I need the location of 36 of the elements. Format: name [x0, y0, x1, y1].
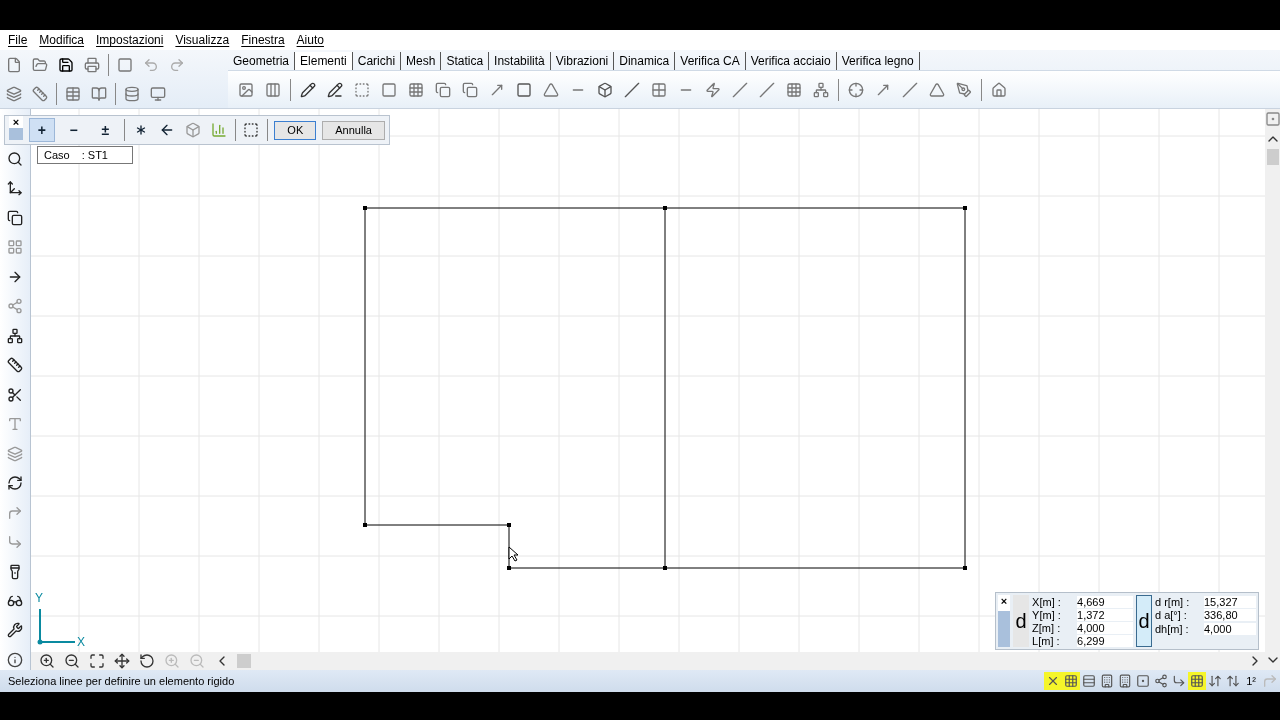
- delta-toggle[interactable]: d: [1136, 595, 1152, 647]
- menu-item[interactable]: File: [2, 33, 34, 47]
- coordinate-label: d a[°] :: [1155, 609, 1188, 622]
- coordinate-value[interactable]: 15,327: [1204, 595, 1256, 608]
- coordinate-value[interactable]: 1,372: [1077, 608, 1134, 621]
- coordinate-label: L[m] :: [1032, 634, 1061, 647]
- coordinate-value[interactable]: 4,000: [1204, 622, 1256, 635]
- coordinate-value[interactable]: 336,80: [1204, 609, 1256, 622]
- menu-item[interactable]: Visualizza: [169, 33, 236, 47]
- close-button[interactable]: ×: [998, 595, 1011, 647]
- cancel-button[interactable]: Annulla: [322, 120, 385, 140]
- x-axis-label: X: [77, 635, 85, 649]
- coordinate-value[interactable]: 4,669: [1077, 595, 1134, 608]
- coordinate-value[interactable]: 6,299: [1077, 634, 1134, 647]
- case-value: : ST1: [81, 149, 108, 161]
- menu-item[interactable]: Finestra: [235, 33, 291, 47]
- menu-item[interactable]: Impostazioni: [90, 33, 170, 47]
- case-label: Caso: [44, 149, 70, 161]
- menu-item[interactable]: Aiuto: [290, 33, 330, 47]
- coordinate-label: Y[m] :: [1032, 608, 1062, 621]
- y-axis-label: Y: [35, 591, 43, 605]
- status-message: Seleziona linee per definire un elemento rigido: [8, 675, 236, 687]
- coordinate-label: Z[m] :: [1032, 621, 1062, 634]
- coordinate-label: dh[m] :: [1155, 622, 1190, 635]
- ok-button[interactable]: OK: [274, 120, 317, 140]
- close-button[interactable]: ×: [9, 116, 23, 140]
- delta-toggle[interactable]: d: [1013, 595, 1030, 647]
- tab[interactable]: Elementi: [295, 52, 353, 70]
- numbering-label[interactable]: 1²: [1242, 675, 1260, 687]
- menu-item[interactable]: Modifica: [33, 33, 91, 47]
- mode-button[interactable]: ±: [92, 118, 119, 142]
- coordinate-label: d r[m] :: [1155, 595, 1191, 608]
- coordinate-value[interactable]: 4,000: [1077, 621, 1134, 634]
- coordinate-label: X[m] :: [1032, 595, 1062, 608]
- mode-button[interactable]: +: [28, 118, 55, 142]
- mode-button[interactable]: −: [60, 118, 87, 142]
